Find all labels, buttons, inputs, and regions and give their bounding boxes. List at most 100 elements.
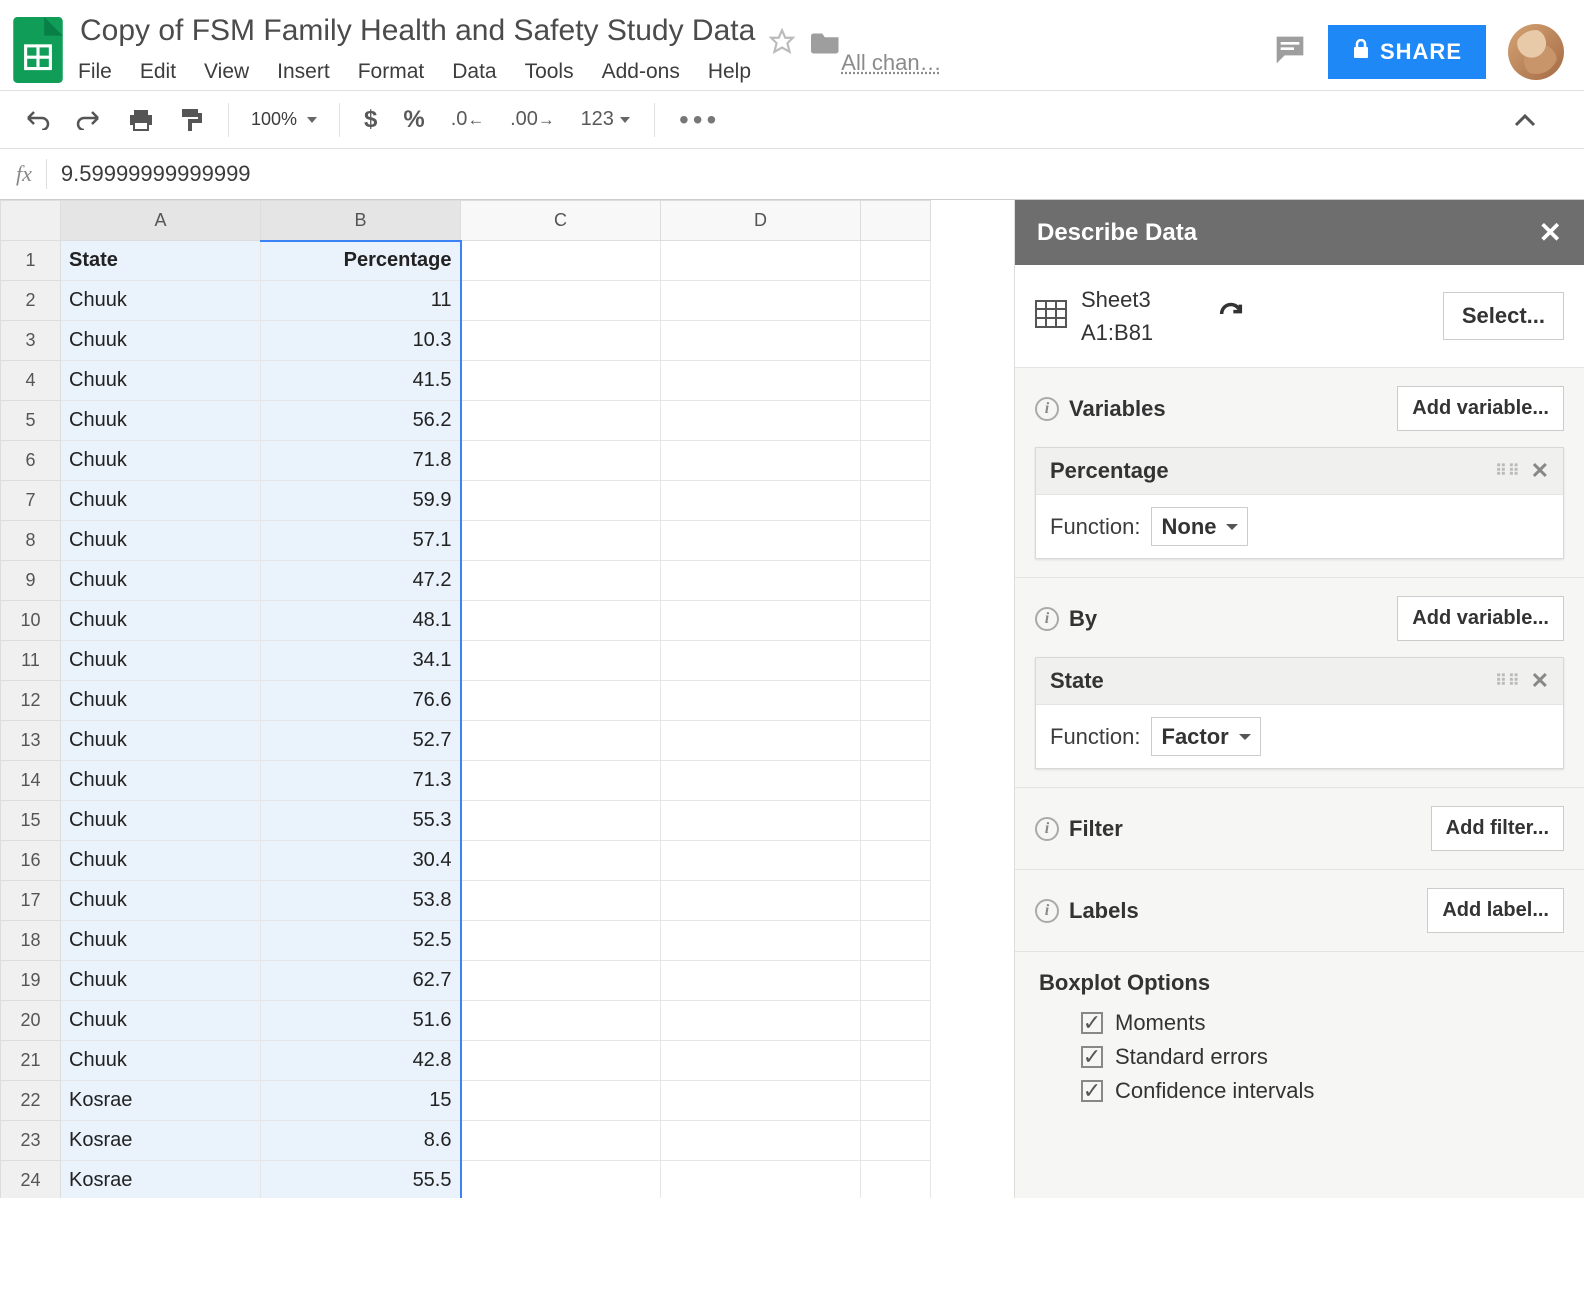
doc-title[interactable]: Copy of FSM Family Health and Safety Stu… [78, 10, 757, 52]
cell[interactable] [461, 1081, 661, 1121]
info-icon[interactable]: i [1035, 817, 1059, 841]
cell[interactable] [461, 1041, 661, 1081]
menu-format[interactable]: Format [358, 60, 425, 84]
cell[interactable] [861, 321, 931, 361]
cell[interactable] [861, 1121, 931, 1161]
cell[interactable] [861, 681, 931, 721]
cell[interactable] [661, 1081, 861, 1121]
cell[interactable] [861, 841, 931, 881]
cell[interactable] [861, 441, 931, 481]
cell[interactable]: State [61, 241, 261, 281]
row-header[interactable]: 3 [1, 321, 61, 361]
redo-button[interactable] [66, 102, 112, 138]
cell[interactable] [861, 1041, 931, 1081]
row-header[interactable]: 18 [1, 921, 61, 961]
cell[interactable] [861, 521, 931, 561]
cell[interactable] [861, 921, 931, 961]
row-header[interactable]: 19 [1, 961, 61, 1001]
cell[interactable] [461, 521, 661, 561]
cell[interactable]: Chuuk [61, 681, 261, 721]
increase-decimal-button[interactable]: .00→ [500, 100, 564, 139]
cell[interactable]: Chuuk [61, 1041, 261, 1081]
row-header[interactable]: 6 [1, 441, 61, 481]
remove-chip-icon[interactable]: ✕ [1531, 458, 1549, 484]
cell[interactable] [861, 361, 931, 401]
cell[interactable] [661, 481, 861, 521]
info-icon[interactable]: i [1035, 397, 1059, 421]
menu-insert[interactable]: Insert [277, 60, 330, 84]
cell[interactable] [661, 641, 861, 681]
cell[interactable]: Kosrae [61, 1121, 261, 1161]
cell[interactable] [661, 561, 861, 601]
cell[interactable]: 71.8 [261, 441, 461, 481]
row-header[interactable]: 22 [1, 1081, 61, 1121]
info-icon[interactable]: i [1035, 607, 1059, 631]
row-header[interactable]: 8 [1, 521, 61, 561]
avatar[interactable] [1508, 24, 1564, 80]
cell[interactable]: Kosrae [61, 1081, 261, 1121]
cell[interactable]: Percentage [261, 241, 461, 281]
row-header[interactable]: 2 [1, 281, 61, 321]
menu-help[interactable]: Help [708, 60, 751, 84]
cell[interactable] [661, 321, 861, 361]
cell[interactable] [661, 281, 861, 321]
cell[interactable]: Chuuk [61, 641, 261, 681]
cell[interactable]: Chuuk [61, 401, 261, 441]
row-header[interactable]: 15 [1, 801, 61, 841]
checkbox-confint[interactable]: ✓Confidence intervals [1081, 1078, 1560, 1104]
cell[interactable] [861, 1081, 931, 1121]
sheets-logo-icon[interactable] [12, 14, 64, 86]
row-header[interactable]: 14 [1, 761, 61, 801]
function-select[interactable]: None [1151, 507, 1248, 546]
cell[interactable]: Chuuk [61, 921, 261, 961]
cell[interactable]: Chuuk [61, 321, 261, 361]
cell[interactable] [461, 881, 661, 921]
cell[interactable]: 71.3 [261, 761, 461, 801]
format-percent-button[interactable]: % [393, 98, 434, 142]
undo-button[interactable] [14, 102, 60, 138]
cell[interactable]: 52.5 [261, 921, 461, 961]
cell[interactable] [661, 241, 861, 281]
zoom-select[interactable]: 100% [243, 105, 325, 134]
cell[interactable] [661, 841, 861, 881]
column-header-e[interactable] [861, 201, 931, 241]
cell[interactable]: Chuuk [61, 521, 261, 561]
cell[interactable]: 47.2 [261, 561, 461, 601]
comments-icon[interactable] [1274, 34, 1306, 71]
cell[interactable] [861, 641, 931, 681]
cell[interactable]: Chuuk [61, 601, 261, 641]
cell[interactable] [861, 561, 931, 601]
add-variable-button[interactable]: Add variable... [1397, 386, 1564, 431]
cell[interactable] [661, 1001, 861, 1041]
print-button[interactable] [118, 100, 164, 140]
cell[interactable] [861, 721, 931, 761]
cell[interactable]: 42.8 [261, 1041, 461, 1081]
cell[interactable]: Chuuk [61, 561, 261, 601]
row-header[interactable]: 24 [1, 1161, 61, 1199]
cell[interactable] [661, 801, 861, 841]
menu-addons[interactable]: Add-ons [602, 60, 680, 84]
cell[interactable] [861, 401, 931, 441]
cell[interactable] [461, 721, 661, 761]
cell[interactable]: 11 [261, 281, 461, 321]
refresh-icon[interactable] [1217, 300, 1245, 333]
cell[interactable] [661, 961, 861, 1001]
cell[interactable] [861, 241, 931, 281]
cell[interactable]: 8.6 [261, 1121, 461, 1161]
spreadsheet-grid[interactable]: A B C D 1StatePercentage2Chuuk113Chuuk10… [0, 200, 1014, 1198]
cell[interactable]: 53.8 [261, 881, 461, 921]
cell[interactable]: 10.3 [261, 321, 461, 361]
row-header[interactable]: 13 [1, 721, 61, 761]
cell[interactable]: Chuuk [61, 481, 261, 521]
cell[interactable] [461, 921, 661, 961]
cell[interactable] [461, 361, 661, 401]
cell[interactable]: Chuuk [61, 281, 261, 321]
cell[interactable] [661, 601, 861, 641]
cell[interactable] [861, 761, 931, 801]
cell[interactable]: Chuuk [61, 881, 261, 921]
cell[interactable] [861, 601, 931, 641]
cell[interactable] [661, 1041, 861, 1081]
cell[interactable] [661, 721, 861, 761]
menu-view[interactable]: View [204, 60, 249, 84]
cell[interactable] [461, 841, 661, 881]
